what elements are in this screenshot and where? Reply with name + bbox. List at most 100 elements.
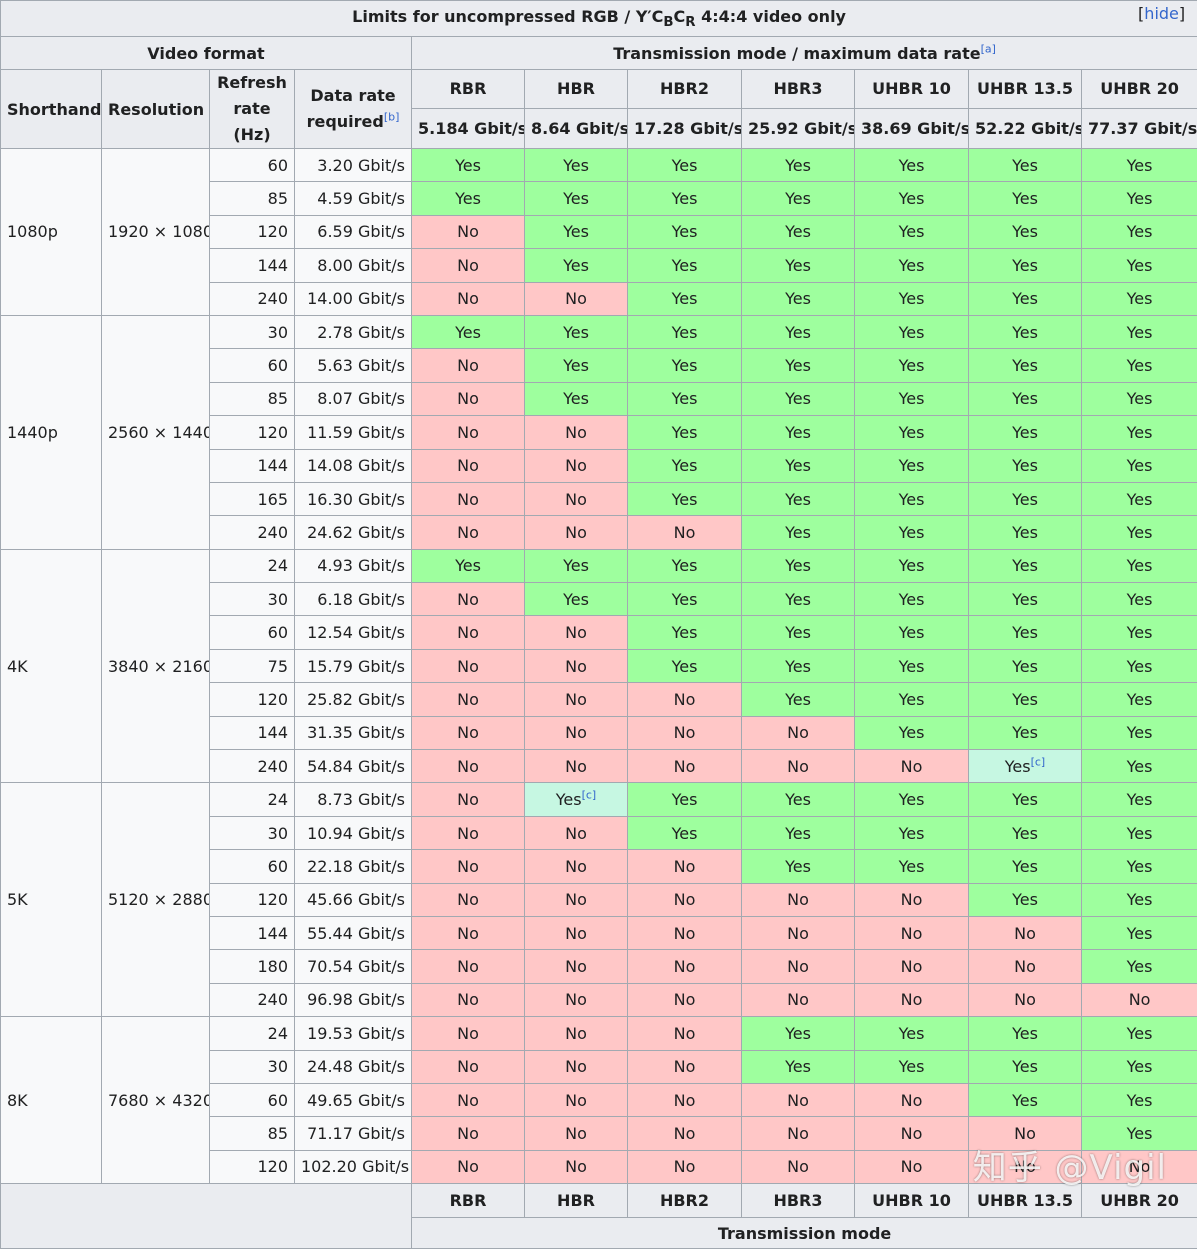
support-yes-cell: Yes — [1082, 616, 1197, 649]
support-yes-cell: Yes — [1082, 649, 1197, 682]
footnote-b-link[interactable]: [b] — [384, 111, 400, 124]
mode-rate-header: 5.184 Gbit/s — [412, 108, 525, 148]
mode-rate-header: 8.64 Gbit/s — [525, 108, 628, 148]
data-rate-cell: 49.65 Gbit/s — [295, 1083, 412, 1116]
support-no-cell: No — [412, 916, 525, 949]
refresh-rate-cell: 120 — [210, 683, 295, 716]
data-rate-cell: 55.44 Gbit/s — [295, 916, 412, 949]
footer-mode-header: RBR — [412, 1184, 525, 1218]
support-yes-cell: Yes — [1082, 1050, 1197, 1083]
table-row: 5K5120 × 2880248.73 Gbit/sNoYes[c]YesYes… — [1, 783, 1197, 816]
support-yes-cell: Yes — [855, 349, 969, 382]
support-no-cell: No — [742, 1083, 855, 1116]
support-yes-cell: Yes — [969, 416, 1082, 449]
support-no-cell: No — [742, 883, 855, 916]
support-yes-cell: Yes — [742, 816, 855, 849]
support-no-cell: No — [855, 1117, 969, 1150]
footer-mode-header: HBR3 — [742, 1184, 855, 1218]
support-yes-cell: Yes — [855, 149, 969, 182]
data-rate-cell: 6.59 Gbit/s — [295, 215, 412, 248]
refresh-rate-cell: 60 — [210, 850, 295, 883]
support-yes-cell: Yes — [969, 1017, 1082, 1050]
hide-link[interactable]: hide — [1144, 4, 1179, 23]
footer-mode-header: UHBR 10 — [855, 1184, 969, 1218]
support-yes-cell: Yes — [412, 149, 525, 182]
support-yes-cell: Yes — [1082, 883, 1197, 916]
refresh-rate-header: Refreshrate (Hz) — [210, 70, 295, 149]
data-rate-cell: 10.94 Gbit/s — [295, 816, 412, 849]
support-yes-cell: Yes — [525, 349, 628, 382]
support-yes-cell: Yes — [969, 649, 1082, 682]
support-no-cell: No — [628, 883, 742, 916]
support-yes-cell: Yes — [742, 783, 855, 816]
support-no-cell: No — [525, 850, 628, 883]
refresh-rate-cell: 120 — [210, 883, 295, 916]
support-yes-cell: Yes — [742, 616, 855, 649]
refresh-rate-cell: 240 — [210, 750, 295, 783]
support-yes-cell: Yes — [628, 549, 742, 582]
data-rate-cell: 54.84 Gbit/s — [295, 750, 412, 783]
mode-rate-header: 25.92 Gbit/s — [742, 108, 855, 148]
data-rate-cell: 5.63 Gbit/s — [295, 349, 412, 382]
support-yes-cell: Yes — [855, 816, 969, 849]
data-rate-cell: 96.98 Gbit/s — [295, 983, 412, 1016]
support-yes-cell: Yes — [1082, 916, 1197, 949]
refresh-rate-cell: 240 — [210, 983, 295, 1016]
support-yes-cell: Yes — [969, 249, 1082, 282]
support-yes-cell: Yes — [969, 182, 1082, 215]
support-yes-cell: Yes — [969, 315, 1082, 348]
support-yes-cell: Yes — [1082, 816, 1197, 849]
table-row: 4K3840 × 2160244.93 Gbit/sYesYesYesYesYe… — [1, 549, 1197, 582]
support-yes-cell: Yes — [742, 382, 855, 415]
data-rate-cell: 22.18 Gbit/s — [295, 850, 412, 883]
support-no-cell: No — [628, 1017, 742, 1050]
footnote-a-link[interactable]: [a] — [981, 42, 996, 55]
data-rate-cell: 16.30 Gbit/s — [295, 482, 412, 515]
support-no-cell: No — [412, 516, 525, 549]
support-no-cell: No — [1082, 983, 1197, 1016]
refresh-rate-cell: 30 — [210, 583, 295, 616]
support-no-cell: No — [412, 382, 525, 415]
support-yes-cell: Yes — [855, 182, 969, 215]
support-yes-cell: Yes — [742, 315, 855, 348]
support-yes-cell: Yes — [969, 883, 1082, 916]
support-yes-note-cell: Yes[c] — [969, 750, 1082, 783]
watermark: 知乎 @Vigil — [973, 1140, 1167, 1189]
table-row: 1080p1920 × 1080603.20 Gbit/sYesYesYesYe… — [1, 149, 1197, 182]
shorthand-cell: 5K — [1, 783, 102, 1017]
support-yes-cell: Yes — [969, 816, 1082, 849]
support-yes-cell: Yes — [969, 282, 1082, 315]
resolution-cell: 5120 × 2880 — [102, 783, 210, 1017]
support-no-cell: No — [525, 1117, 628, 1150]
support-no-cell: No — [412, 750, 525, 783]
support-no-cell: No — [525, 1083, 628, 1116]
support-no-cell: No — [412, 816, 525, 849]
footer-transmission-header: Transmission mode — [412, 1218, 1197, 1249]
footnote-c-link[interactable]: [c] — [582, 789, 597, 802]
data-rate-cell: 45.66 Gbit/s — [295, 883, 412, 916]
support-no-cell: No — [525, 716, 628, 749]
support-yes-cell: Yes — [628, 583, 742, 616]
mode-rate-header: 77.37 Gbit/s — [1082, 108, 1197, 148]
resolution-cell: 3840 × 2160 — [102, 549, 210, 783]
support-no-cell: No — [412, 716, 525, 749]
resolution-header: Resolution — [102, 70, 210, 149]
data-rate-cell: 31.35 Gbit/s — [295, 716, 412, 749]
support-yes-cell: Yes — [969, 1050, 1082, 1083]
support-no-cell: No — [412, 1117, 525, 1150]
support-yes-cell: Yes — [855, 850, 969, 883]
footnote-c-link[interactable]: [c] — [1031, 755, 1046, 768]
support-no-cell: No — [412, 1083, 525, 1116]
shorthand-cell: 1440p — [1, 315, 102, 549]
refresh-rate-cell: 60 — [210, 616, 295, 649]
support-yes-cell: Yes — [742, 215, 855, 248]
support-yes-cell: Yes — [969, 716, 1082, 749]
support-yes-cell: Yes — [742, 850, 855, 883]
data-rate-cell: 25.82 Gbit/s — [295, 683, 412, 716]
hide-toggle[interactable]: [hide] — [1138, 4, 1185, 23]
data-rate-cell: 15.79 Gbit/s — [295, 649, 412, 682]
support-no-cell: No — [969, 916, 1082, 949]
support-no-cell: No — [628, 716, 742, 749]
refresh-rate-cell: 24 — [210, 1017, 295, 1050]
data-rate-cell: 11.59 Gbit/s — [295, 416, 412, 449]
